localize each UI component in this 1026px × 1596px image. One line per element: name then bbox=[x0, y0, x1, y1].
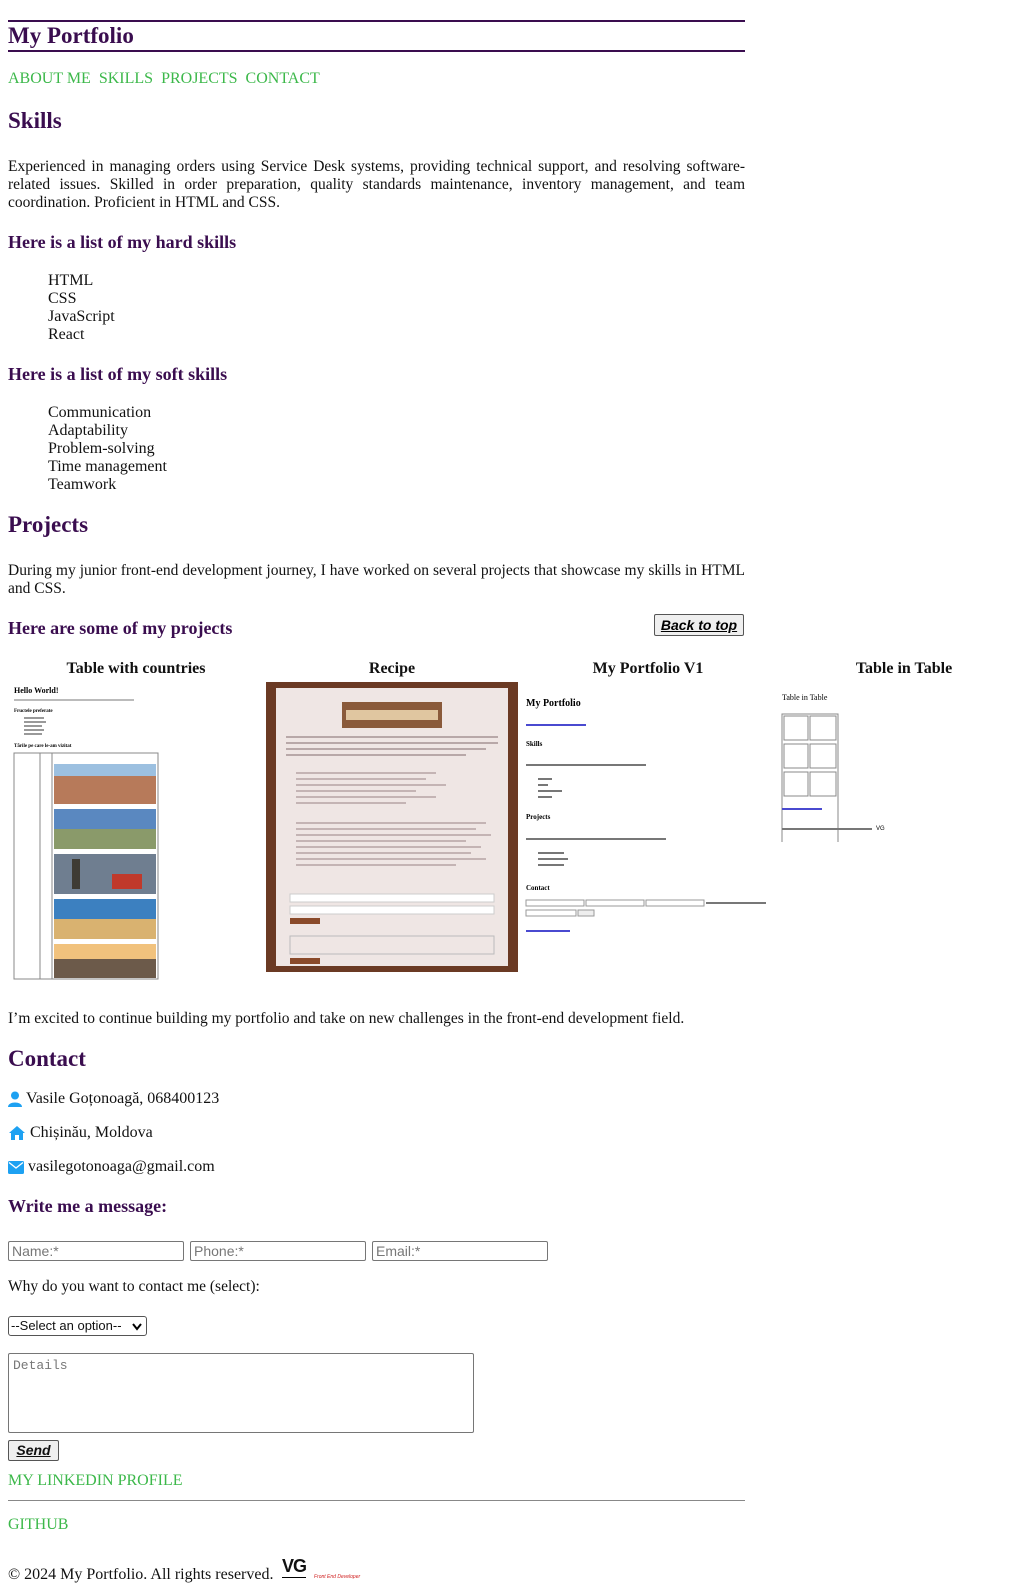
linkedin-link[interactable]: MY LINKEDIN PROFILE bbox=[8, 1472, 183, 1490]
projects-outro: I’m excited to continue building my port… bbox=[8, 1010, 685, 1027]
details-textarea[interactable]: Details bbox=[8, 1353, 474, 1433]
list-item: Problem-solving bbox=[48, 440, 155, 457]
contact-name-phone: Vasile Goțonoagă, 068400123 bbox=[8, 1090, 219, 1108]
nav-projects[interactable]: PROJECTS bbox=[161, 70, 237, 87]
projects-heading: Projects bbox=[8, 512, 89, 537]
message-form-heading: Write me a message: bbox=[8, 1196, 168, 1216]
projects-list-heading: Here are some of my projects bbox=[8, 618, 233, 638]
site-header: My Portfolio bbox=[8, 20, 745, 52]
project-title-table-in-table: Table in Table bbox=[855, 660, 953, 677]
project-thumbnail-recipe[interactable] bbox=[266, 682, 518, 972]
hard-skills-heading: Here is a list of my hard skills bbox=[8, 232, 237, 252]
select-value: --Select an option-- bbox=[11, 1318, 122, 1333]
envelope-icon bbox=[8, 1160, 24, 1174]
contact-heading: Contact bbox=[8, 1046, 86, 1071]
user-icon bbox=[8, 1091, 22, 1107]
list-item: HTML bbox=[48, 272, 94, 289]
list-item: JavaScript bbox=[48, 308, 115, 325]
svg-text:Tările pe care le-am vizitat: Tările pe care le-am vizitat bbox=[14, 744, 72, 749]
nav-about-me[interactable]: ABOUT ME bbox=[8, 70, 91, 87]
developer-logo: VG Front End Developer bbox=[282, 1556, 372, 1586]
logo-subtitle: Front End Developer bbox=[314, 1574, 361, 1580]
skills-intro: Experienced in managing orders using Ser… bbox=[8, 158, 745, 211]
send-button[interactable]: Send bbox=[8, 1440, 59, 1461]
contact-location: Chișinău, Moldova bbox=[8, 1124, 153, 1142]
hard-skills-list: HTML CSS JavaScript React bbox=[48, 272, 115, 344]
svg-text:Contact: Contact bbox=[526, 884, 550, 892]
list-item: Adaptability bbox=[48, 422, 128, 439]
contact-email: vasilegotonoaga@gmail.com bbox=[8, 1158, 215, 1176]
list-item: Teamwork bbox=[48, 476, 117, 493]
project-thumbnail-portfolio-v1[interactable]: My Portfolio Skills Projects Contact bbox=[524, 694, 772, 954]
svg-text:Skills: Skills bbox=[526, 740, 543, 748]
main-nav: ABOUT ME SKILLS PROJECTS CONTACT bbox=[8, 70, 324, 88]
email-field[interactable]: Email:* bbox=[372, 1241, 548, 1261]
skills-heading: Skills bbox=[8, 108, 62, 133]
copyright-text: © 2024 My Portfolio. All rights reserved… bbox=[8, 1566, 274, 1583]
contact-reason-select[interactable]: --Select an option-- bbox=[8, 1316, 147, 1336]
logo-mark: VG bbox=[282, 1556, 307, 1578]
github-link[interactable]: GITHUB bbox=[8, 1516, 68, 1534]
chevron-down-icon bbox=[132, 1323, 142, 1331]
list-item: Communication bbox=[48, 404, 152, 421]
name-field[interactable]: Name:* bbox=[8, 1241, 184, 1261]
phone-field[interactable]: Phone:* bbox=[190, 1241, 366, 1261]
contact-location-text: Chișinău, Moldova bbox=[30, 1124, 153, 1141]
contact-name-phone-text: Vasile Goțonoagă, 068400123 bbox=[26, 1090, 220, 1107]
list-item: Time management bbox=[48, 458, 167, 475]
site-title: My Portfolio bbox=[8, 23, 134, 48]
svg-text:Table in Table: Table in Table bbox=[782, 693, 828, 702]
back-to-top-button[interactable]: Back to top bbox=[654, 614, 744, 636]
project-title-countries: Table with countries bbox=[66, 660, 206, 677]
list-item: React bbox=[48, 326, 85, 343]
contact-reason-label: Why do you want to contact me (select): bbox=[8, 1278, 260, 1295]
projects-intro: During my junior front-end development j… bbox=[8, 562, 745, 597]
list-item: CSS bbox=[48, 290, 77, 307]
svg-text:Hello World!: Hello World! bbox=[14, 686, 59, 695]
soft-skills-list: Communication Adaptability Problem-solvi… bbox=[48, 404, 167, 494]
footer-divider bbox=[8, 1500, 745, 1501]
svg-text:Projects: Projects bbox=[526, 813, 551, 821]
project-title-portfolio-v1: My Portfolio V1 bbox=[592, 660, 704, 677]
project-title-recipe: Recipe bbox=[368, 660, 416, 677]
svg-text:VG: VG bbox=[876, 826, 885, 832]
nav-contact[interactable]: CONTACT bbox=[246, 70, 320, 87]
contact-email-text: vasilegotonoaga@gmail.com bbox=[28, 1158, 215, 1175]
soft-skills-heading: Here is a list of my soft skills bbox=[8, 364, 228, 384]
svg-text:My Portfolio: My Portfolio bbox=[526, 698, 581, 709]
svg-text:Fructele preferate: Fructele preferate bbox=[14, 709, 53, 714]
home-icon bbox=[9, 1126, 25, 1140]
project-thumbnail-table-in-table[interactable]: Table in Table VG bbox=[780, 692, 920, 845]
nav-skills[interactable]: SKILLS bbox=[99, 70, 153, 87]
project-thumbnail-countries[interactable]: Hello World! Fructele preferate Tările p… bbox=[12, 684, 160, 980]
